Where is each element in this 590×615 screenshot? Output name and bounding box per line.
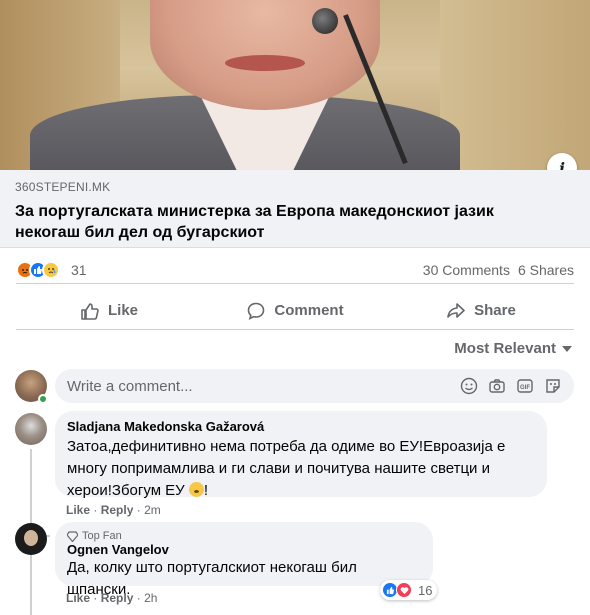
share-label: Share [474,302,516,319]
comment-like-link[interactable]: Like [66,591,90,605]
badge-label: Top Fan [82,530,122,542]
comment-text-body: Затоа,дефинитивно нема потреба да одиме … [67,438,506,499]
meta-separator: · [136,503,141,517]
comment-bubble: Sladjana Makedonska Gažarová Затоа,дефин… [55,411,547,499]
comment-sort-dropdown[interactable]: Most Relevant [454,340,572,357]
image-lips [225,55,305,71]
comment-timestamp[interactable]: 2m [144,503,161,517]
comment-icon [248,302,265,320]
commenter-avatar[interactable] [15,413,47,445]
comment-meta: Like · Reply · 2m [66,503,161,517]
reaction-count: 31 [71,261,87,278]
sad-reaction-icon [42,260,60,279]
love-reaction-icon [396,582,412,598]
comment-author[interactable]: Ognen Vangelov [67,542,421,557]
caret-down-icon [562,345,572,352]
gif-icon[interactable]: GIF [516,377,534,395]
meta-separator: · [136,591,141,605]
meta-separator: · [93,503,98,517]
top-fan-badge: Top Fan [67,530,421,542]
sort-label: Most Relevant [454,340,556,357]
sticker-icon[interactable] [544,377,562,395]
link-domain: 360STEPENI.MK [15,180,111,194]
comment-text-end: ! [203,482,209,499]
comment-button[interactable]: Comment [202,292,388,329]
composer-tools: GIF [460,377,562,395]
diamond-icon [67,530,78,542]
thumbs-up-icon [81,302,99,320]
comment-bubble: Top Fan Ognen Vangelov Да, колку што пор… [55,522,433,598]
comment-composer: GIF [55,369,574,403]
comment-reply-link[interactable]: Reply [101,591,134,605]
comment-text: Затоа,дефинитивно нема потреба да одиме … [67,436,535,502]
engagement-counts: 30 Comments 6 Shares [423,262,574,278]
link-preview[interactable]: 360STEPENI.MK За португалската министерк… [0,170,590,248]
comment-input[interactable] [67,377,367,395]
reactions-summary[interactable]: 31 [16,260,87,279]
post-actions: Like Comment Share [16,292,574,330]
image-background-right [440,0,590,170]
reaction-icons [16,260,60,279]
comment-author[interactable]: Sladjana Makedonska Gažarová [67,419,535,434]
comments-count-link[interactable]: 30 Comments [423,262,510,278]
comment-timestamp[interactable]: 2h [144,591,157,605]
comment-meta: Like · Reply · 2h [66,591,157,605]
like-button[interactable]: Like [16,292,202,329]
smiley-emoji-icon [188,482,204,497]
commenter-avatar[interactable] [15,523,47,555]
image-microphone [312,8,338,34]
post-stats: 31 30 Comments 6 Shares [16,256,574,284]
comment-reactions[interactable]: 16 [380,580,438,600]
emoji-icon[interactable] [460,377,478,395]
post-image[interactable] [0,0,590,170]
comment-reaction-count: 16 [418,582,433,598]
shares-count-link[interactable]: 6 Shares [518,262,574,278]
meta-separator: · [93,591,98,605]
camera-icon[interactable] [488,377,506,395]
link-title[interactable]: За португалската министерка за Европа ма… [15,201,535,243]
share-button[interactable]: Share [388,292,574,329]
comment-label: Comment [274,302,344,319]
comment-reply-link[interactable]: Reply [101,503,134,517]
comment-like-link[interactable]: Like [66,503,90,517]
online-status-dot [38,394,48,404]
share-icon [447,302,465,318]
like-label: Like [107,302,138,319]
svg-text:GIF: GIF [520,385,530,391]
